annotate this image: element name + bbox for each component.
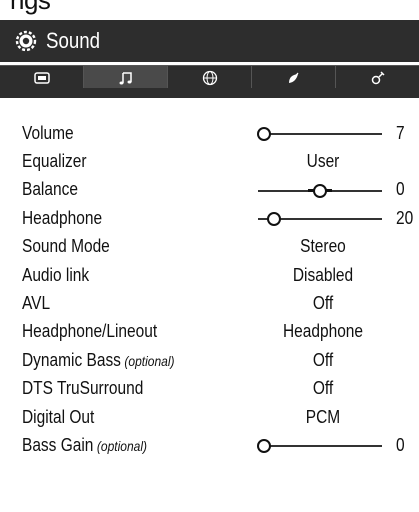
settings-tabs — [0, 65, 419, 90]
tab-network[interactable] — [168, 66, 252, 89]
setting-value: 7 — [396, 122, 405, 143]
setting-balance[interactable]: Balance 0 — [0, 176, 419, 204]
setting-value: User — [306, 151, 340, 172]
balance-slider[interactable] — [258, 183, 382, 198]
setting-label: Audio link — [22, 264, 90, 285]
setting-label: Digital Out — [22, 406, 95, 427]
setting-value: PCM — [305, 406, 341, 427]
setting-label: Balance — [22, 179, 78, 200]
satellite-dish-icon — [288, 72, 298, 83]
setting-value: Off — [312, 349, 334, 370]
optional-note: (optional) — [96, 437, 148, 454]
setting-value: Off — [312, 293, 334, 314]
setting-value: Off — [312, 378, 334, 399]
setting-label: DTS TruSurround — [22, 378, 144, 399]
setting-headphone-lineout[interactable]: Headphone/Lineout Headphone — [0, 318, 419, 346]
setting-value: 0 — [396, 179, 405, 200]
slider-knob[interactable] — [308, 183, 332, 198]
globe-icon — [202, 70, 217, 85]
sound-menu-header: Sound — [0, 20, 419, 62]
setting-label: Headphone/Lineout — [22, 321, 158, 342]
setting-audio-link[interactable]: Audio link Disabled — [0, 261, 419, 289]
setting-avl[interactable]: AVL Off — [0, 289, 419, 317]
setting-sound-mode[interactable]: Sound Mode Stereo — [0, 233, 419, 261]
picture-icon — [33, 71, 50, 84]
sound-settings-list: Volume 7 Equalizer User Balance 0 Headph… — [0, 119, 419, 460]
setting-value: Stereo — [300, 236, 346, 257]
bass-gain-slider[interactable] — [257, 439, 382, 454]
slider-knob[interactable] — [257, 127, 272, 141]
tab-sound[interactable] — [84, 66, 168, 89]
setting-dynamic-bass[interactable]: Dynamic Bass (optional) Off — [0, 346, 419, 374]
tab-settings[interactable] — [336, 66, 419, 89]
headphone-slider[interactable] — [258, 212, 382, 227]
setting-label: Dynamic Bass (optional) — [22, 349, 175, 370]
setting-bass-gain[interactable]: Bass Gain (optional) 0 — [0, 431, 419, 459]
setting-equalizer[interactable]: Equalizer User — [0, 147, 419, 175]
setting-label: Equalizer — [22, 151, 87, 172]
tab-channels[interactable] — [252, 66, 336, 89]
music-note-icon — [119, 71, 132, 84]
volume-slider[interactable] — [257, 127, 382, 141]
setting-headphone[interactable]: Headphone 20 — [0, 204, 419, 232]
optional-note: (optional) — [124, 352, 175, 369]
setting-label: AVL — [22, 293, 51, 314]
slider-knob[interactable] — [267, 212, 282, 227]
setting-value: Headphone — [282, 321, 364, 342]
setting-value: 0 — [396, 434, 405, 455]
setting-dts-trusurround[interactable]: DTS TruSurround Off — [0, 375, 419, 403]
setting-label: Sound Mode — [22, 236, 110, 257]
setting-volume[interactable]: Volume 7 — [0, 119, 419, 147]
setting-value: Disabled — [292, 264, 354, 285]
setting-label: Bass Gain (optional) — [22, 434, 148, 455]
slider-knob[interactable] — [257, 439, 272, 454]
setting-label: Headphone — [22, 207, 103, 228]
tabs-spacer — [0, 88, 419, 98]
setting-digital-out[interactable]: Digital Out PCM — [0, 403, 419, 431]
tab-picture[interactable] — [0, 66, 84, 89]
setting-value: 20 — [396, 207, 414, 228]
gear-icon — [15, 30, 37, 52]
setting-label: Volume — [22, 122, 74, 143]
page-title: Sound — [46, 28, 101, 53]
cropped-menu-title: ngs — [10, 0, 51, 15]
tools-icon — [371, 70, 385, 84]
